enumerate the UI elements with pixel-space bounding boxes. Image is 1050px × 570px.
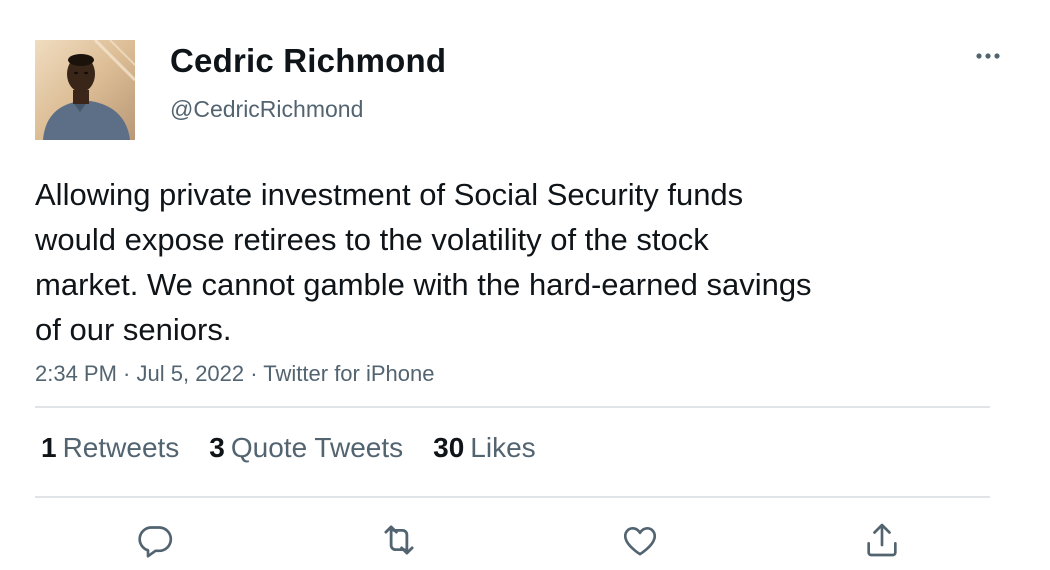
tweet-time[interactable]: 2:34 PM [35,361,117,386]
quote-tweets-stat[interactable]: 3 Quote Tweets [209,432,403,464]
retweets-stat[interactable]: 1 Retweets [41,432,179,464]
author-handle[interactable]: @CedricRichmond [170,96,363,123]
likes-stat[interactable]: 30 Likes [433,432,536,464]
reply-button[interactable] [133,518,177,562]
tweet-stats: 1 Retweets 3 Quote Tweets 30 Likes [41,432,536,464]
likes-count: 30 [433,432,465,463]
retweet-icon [384,525,414,555]
share-icon [867,523,897,557]
share-button[interactable] [860,518,904,562]
retweets-label: Retweets [62,432,180,463]
meta-separator: · [244,361,264,386]
tweet-text: Allowing private investment of Social Se… [35,177,812,347]
divider [35,406,990,408]
tweet-date[interactable]: Jul 5, 2022 [137,361,245,386]
meta-separator: · [116,361,137,386]
likes-label: Likes [470,432,536,463]
retweet-button[interactable] [377,518,421,562]
tweet-detail: Cedric Richmond @CedricRichmond Allowing… [0,0,1050,570]
more-horizontal-icon [976,53,1000,59]
tweet-source[interactable]: Twitter for iPhone [263,361,434,386]
quote-tweets-label: Quote Tweets [230,432,404,463]
retweets-count: 1 [41,432,57,463]
like-button[interactable] [618,518,662,562]
tweet-meta: 2:34 PM · Jul 5, 2022 · Twitter for iPho… [35,361,434,387]
divider [35,496,990,498]
reply-icon [138,526,173,558]
action-bar [0,518,1050,562]
author-name[interactable]: Cedric Richmond [170,42,446,80]
quote-tweets-count: 3 [209,432,225,463]
avatar-photo [35,40,135,140]
avatar[interactable] [35,40,135,140]
heart-icon [623,527,657,556]
more-options-button[interactable] [970,44,1006,68]
